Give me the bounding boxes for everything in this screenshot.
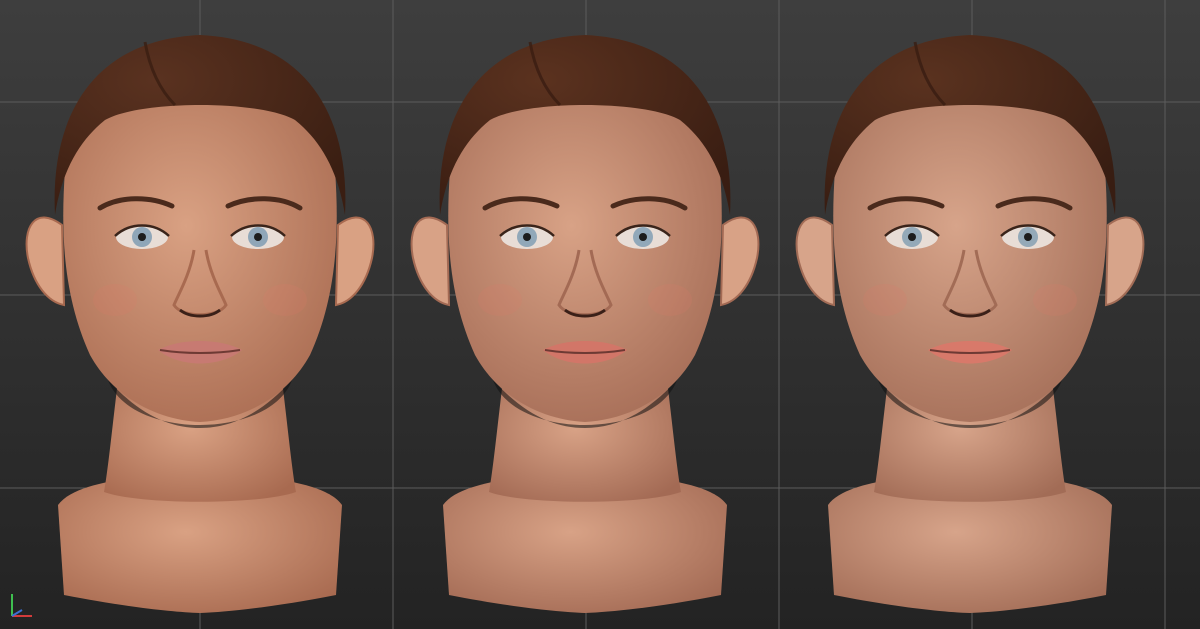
face <box>448 95 722 422</box>
right-cheek <box>648 284 692 316</box>
axis-gizmo <box>4 584 44 624</box>
3d-viewport[interactable] <box>0 0 1200 629</box>
face <box>63 95 337 422</box>
right-cheek <box>263 284 307 316</box>
left-cheek <box>478 284 522 316</box>
head-model <box>410 35 760 613</box>
left-cheek <box>93 284 137 316</box>
left-cheek <box>863 284 907 316</box>
viewport-canvas[interactable] <box>0 0 1200 629</box>
head-models <box>25 35 1145 613</box>
head-model <box>795 35 1145 613</box>
right-cheek <box>1033 284 1077 316</box>
face <box>833 95 1107 422</box>
head-model <box>25 35 375 613</box>
